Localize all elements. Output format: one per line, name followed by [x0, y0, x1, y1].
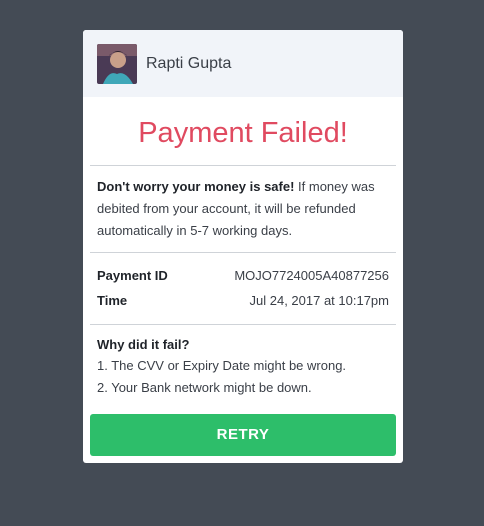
card-header: Rapti Gupta — [83, 30, 403, 97]
reason-item: 2. Your Bank network might be down. — [97, 380, 312, 395]
payment-card: Rapti Gupta Payment Failed! Don't worry … — [83, 30, 403, 463]
time-row: Time Jul 24, 2017 at 10:17pm — [97, 288, 389, 313]
retry-button[interactable]: RETRY — [90, 414, 396, 456]
payment-details: Payment ID MOJO7724005A40877256 Time Jul… — [83, 253, 403, 324]
reason-item: 1. The CVV or Expiry Date might be wrong… — [97, 358, 347, 373]
time-label: Time — [97, 293, 128, 308]
refund-notice: Don't worry your money is safe! If money… — [83, 166, 403, 252]
payment-status-title: Payment Failed! — [138, 117, 348, 149]
payment-id-value: MOJO7724005A40877256 — [234, 268, 389, 283]
time-value: Jul 24, 2017 at 10:17pm — [249, 293, 390, 308]
payment-id-label: Payment ID — [97, 268, 168, 283]
reasons-title: Why did it fail? — [97, 337, 190, 352]
notice-emphasis: Don't worry your money is safe! — [97, 179, 295, 194]
payment-id-row: Payment ID MOJO7724005A40877256 — [97, 263, 389, 288]
avatar — [97, 43, 137, 84]
failure-reasons: Why did it fail? 1. The CVV or Expiry Da… — [83, 325, 403, 415]
user-name: Rapti Gupta — [146, 54, 232, 72]
